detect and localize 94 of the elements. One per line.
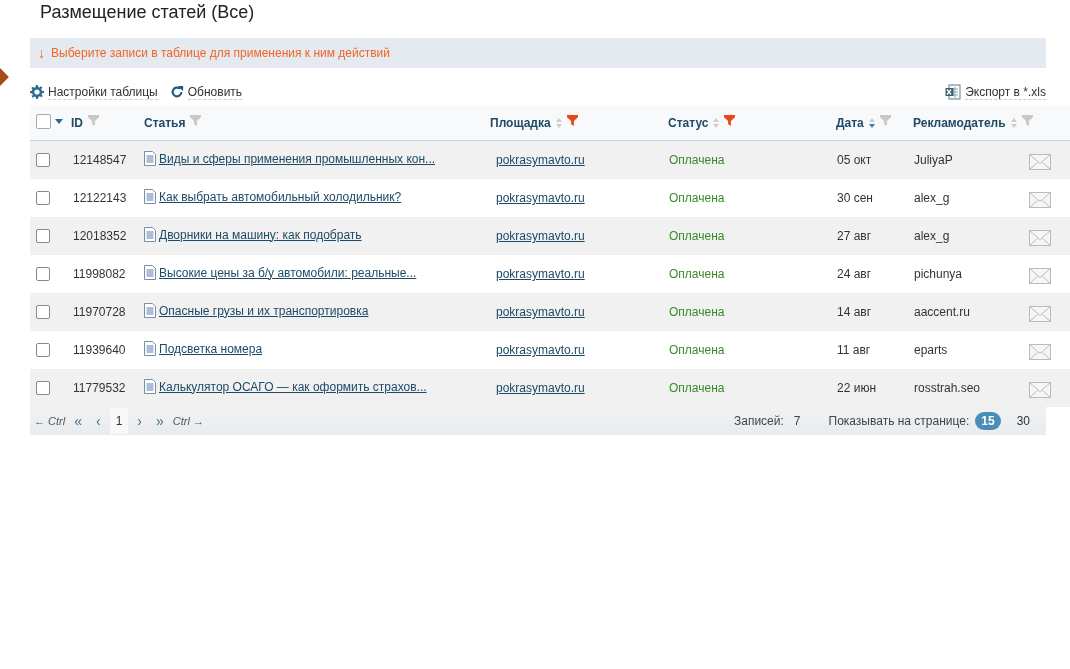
id-cell: 11779532 <box>71 369 144 407</box>
keyboard-hint: Ctrl → <box>172 415 204 427</box>
id-cell: 11939640 <box>71 331 144 369</box>
document-icon <box>144 227 156 242</box>
export-link[interactable]: Экспорт в *.xls <box>965 84 1046 100</box>
id-cell: 12122143 <box>71 179 144 217</box>
column-header[interactable]: Дата <box>836 116 864 130</box>
document-icon <box>144 151 156 166</box>
keyboard-hint: ← Ctrl <box>34 415 66 427</box>
settings-icon[interactable] <box>30 85 44 99</box>
records-count: 7 <box>793 414 801 428</box>
down-arrow-icon: ↓ <box>38 45 45 61</box>
site-link[interactable]: pokrasymavto.ru <box>496 267 585 281</box>
row-checkbox[interactable] <box>36 229 50 244</box>
document-icon <box>144 341 156 356</box>
page-title: Размещение статей (Все) <box>39 1 256 24</box>
advertiser-cell: alex_g <box>905 217 1029 255</box>
per-page-option[interactable]: 15 <box>975 412 1001 430</box>
column-header[interactable]: Площадка <box>490 116 551 130</box>
sort-icon[interactable] <box>868 118 875 128</box>
filter-icon[interactable] <box>1021 114 1033 126</box>
row-checkbox[interactable] <box>36 305 50 320</box>
status-cell: Оплачена <box>660 217 828 255</box>
filter-icon[interactable] <box>88 114 99 126</box>
advertiser-cell: JuliyaP <box>905 140 1029 179</box>
document-icon <box>144 303 156 318</box>
status-cell: Оплачена <box>660 255 828 293</box>
envelope-icon[interactable] <box>1029 229 1051 246</box>
envelope-icon[interactable] <box>1029 343 1051 360</box>
article-link[interactable]: Как выбрать автомобильный холодильник? <box>159 189 402 204</box>
envelope-icon[interactable] <box>1029 305 1051 322</box>
filter-icon[interactable] <box>724 114 736 126</box>
site-link[interactable]: pokrasymavto.ru <box>496 153 585 167</box>
advertiser-cell: aaccent.ru <box>905 293 1029 331</box>
advertiser-cell: pichunya <box>905 255 1029 293</box>
last-page-button[interactable]: » <box>151 413 169 429</box>
per-page-label: Показывать на странице: <box>828 414 970 428</box>
column-header[interactable]: Статус <box>668 116 709 130</box>
document-icon <box>144 379 156 394</box>
row-checkbox[interactable] <box>36 381 50 396</box>
site-link[interactable]: pokrasymavto.ru <box>496 191 585 205</box>
envelope-icon[interactable] <box>1029 191 1051 208</box>
spreadsheet-icon[interactable] <box>945 84 962 100</box>
id-cell: 11970728 <box>71 293 144 331</box>
status-cell: Оплачена <box>660 331 828 369</box>
refresh-icon[interactable] <box>169 85 184 99</box>
row-checkbox[interactable] <box>36 191 50 206</box>
row-checkbox[interactable] <box>36 267 50 282</box>
site-link[interactable]: pokrasymavto.ru <box>496 343 585 357</box>
date-cell: 11 авг <box>828 331 905 369</box>
row-checkbox[interactable] <box>36 153 50 168</box>
document-icon <box>144 265 156 280</box>
date-cell: 30 сен <box>828 179 905 217</box>
document-icon <box>144 189 156 204</box>
advertiser-cell: alex_g <box>905 179 1029 217</box>
column-header[interactable]: Статья <box>144 116 186 130</box>
status-cell: Оплачена <box>660 140 828 179</box>
status-cell: Оплачена <box>660 369 828 407</box>
date-cell: 27 авг <box>828 217 905 255</box>
filter-icon[interactable] <box>190 114 202 126</box>
filter-icon[interactable] <box>566 114 578 126</box>
page-button[interactable]: 1 <box>109 408 129 434</box>
status-cell: Оплачена <box>660 293 828 331</box>
table-settings-link[interactable]: Настройки таблицы <box>48 84 158 100</box>
id-cell: 12148547 <box>71 140 144 179</box>
envelope-icon[interactable] <box>1029 381 1051 398</box>
id-cell: 12018352 <box>71 217 144 255</box>
envelope-icon[interactable] <box>1029 153 1051 170</box>
column-header[interactable]: ID <box>71 116 83 130</box>
next-page-button[interactable]: › <box>132 413 147 429</box>
date-cell: 14 авг <box>828 293 905 331</box>
date-cell: 05 окт <box>828 140 905 179</box>
notice-text: Выберите записи в таблице для применения к ним действий <box>51 46 390 60</box>
records-label: Записей: <box>734 414 784 428</box>
id-cell: 11998082 <box>71 255 144 293</box>
article-link[interactable]: Высокие цены за б/у автомобили: реальные... <box>159 265 417 280</box>
per-page-option[interactable]: 30 <box>1010 412 1036 430</box>
site-link[interactable]: pokrasymavto.ru <box>496 305 585 319</box>
caret-icon[interactable] <box>55 119 63 124</box>
date-cell: 22 июн <box>828 369 905 407</box>
filter-icon[interactable] <box>879 114 891 126</box>
status-cell: Оплачена <box>660 179 828 217</box>
select-all-checkbox[interactable] <box>36 114 51 129</box>
advertiser-cell: rosstrah.seo <box>905 369 1029 407</box>
previous-page-button[interactable]: ‹ <box>90 413 106 429</box>
row-checkbox[interactable] <box>36 343 50 358</box>
refresh-link[interactable]: Обновить <box>187 84 243 100</box>
article-link[interactable]: Подсветка номера <box>159 341 263 356</box>
envelope-icon[interactable] <box>1029 267 1051 284</box>
date-cell: 24 авг <box>828 255 905 293</box>
site-link[interactable]: pokrasymavto.ru <box>496 381 585 395</box>
site-link[interactable]: pokrasymavto.ru <box>496 229 585 243</box>
first-page-button[interactable]: « <box>69 413 87 429</box>
advertiser-cell: eparts <box>905 331 1029 369</box>
